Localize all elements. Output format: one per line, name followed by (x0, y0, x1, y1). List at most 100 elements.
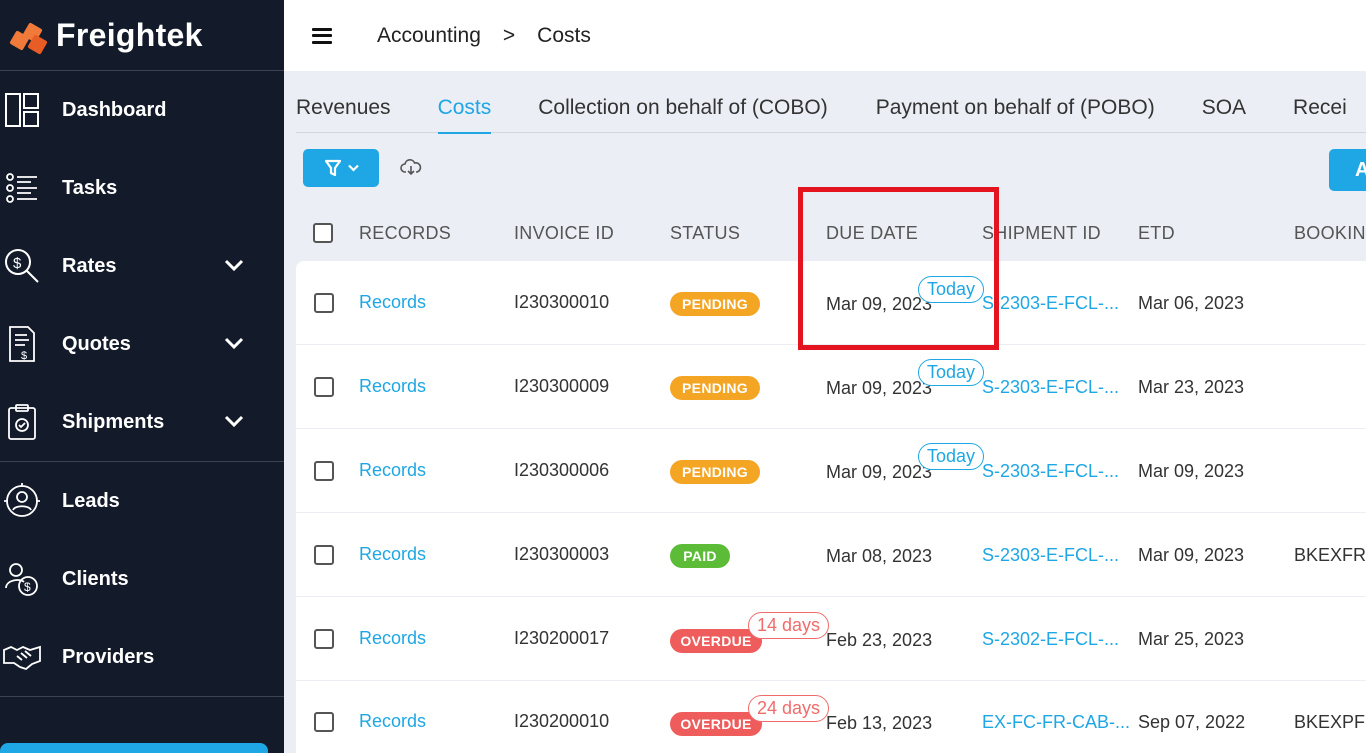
status-badge: PENDING (670, 460, 760, 484)
due-date: Mar 09, 2023 (826, 462, 933, 482)
etd: Sep 07, 2022 (1138, 712, 1246, 732)
add-button[interactable]: A (1329, 149, 1366, 191)
overdue-days-tag: 24 days (748, 695, 830, 722)
sidebar-item-tasks[interactable]: Tasks (0, 149, 284, 227)
records-link[interactable]: Records (359, 460, 426, 481)
sidebar-item-rates[interactable]: $ Rates (0, 227, 284, 305)
sidebar: Freightek Dashboard Tasks $ Rates $ Quot… (0, 0, 284, 753)
breadcrumb-separator: > (502, 23, 516, 47)
shipment-id-link[interactable]: EX-FC-FR-CAB-... (982, 712, 1130, 733)
status-badge: PAID (670, 544, 730, 568)
breadcrumb: Accounting > Costs (377, 24, 591, 48)
sidebar-item-label: Clients (62, 567, 129, 590)
records-link[interactable]: Records (359, 711, 426, 732)
due-date-tag: Today (918, 359, 985, 386)
overdue-days-tag: 14 days (748, 612, 830, 639)
table-row[interactable]: Records I230300009 PENDING Mar 09, 2023 … (296, 345, 1366, 429)
sidebar-item-label: Dashboard (62, 98, 167, 121)
shipments-icon (2, 402, 42, 442)
etd: Mar 23, 2023 (1138, 377, 1245, 397)
sidebar-item-dashboard[interactable]: Dashboard (0, 71, 284, 149)
invoice-id: I230200017 (514, 628, 610, 648)
due-date-tag: Today (918, 443, 985, 470)
tasks-icon (2, 168, 42, 208)
column-header-etd[interactable]: ETD (1138, 205, 1175, 261)
filter-icon (324, 159, 341, 177)
row-checkbox[interactable] (314, 629, 334, 649)
shipment-id-link[interactable]: S-2303-E-FCL-... (982, 461, 1119, 482)
sidebar-action-button[interactable] (0, 743, 268, 753)
due-date-highlight-box (798, 187, 999, 350)
etd: Mar 06, 2023 (1138, 293, 1245, 313)
booking: BKEXFR2 (1294, 545, 1366, 565)
row-checkbox[interactable] (314, 377, 334, 397)
tab-revenues[interactable]: Revenues (296, 88, 391, 133)
tab-receipts[interactable]: Recei (1293, 88, 1347, 133)
table-row[interactable]: Records I230200017 OVERDUE 14 days Feb 2… (296, 597, 1366, 681)
leads-icon (2, 481, 42, 521)
booking: BKEXPFR (1294, 712, 1366, 732)
column-header-invoice-id[interactable]: INVOICE ID (514, 205, 614, 261)
invoice-id: I230200010 (514, 711, 610, 731)
breadcrumb-parent[interactable]: Accounting (377, 24, 481, 48)
shipment-id-link[interactable]: S-2303-E-FCL-... (982, 545, 1119, 566)
due-date: Feb 13, 2023 (826, 713, 933, 733)
sidebar-item-label: Shipments (62, 410, 165, 433)
status-badge: OVERDUE (670, 629, 762, 653)
etd: Mar 25, 2023 (1138, 629, 1245, 649)
filter-button[interactable] (303, 149, 379, 187)
row-checkbox[interactable] (314, 712, 334, 732)
tab-soa[interactable]: SOA (1202, 88, 1246, 133)
sidebar-item-label: Tasks (62, 176, 118, 199)
sidebar-item-label: Quotes (62, 332, 131, 355)
providers-icon (2, 637, 42, 677)
records-link[interactable]: Records (359, 292, 426, 313)
invoice-id: I230300006 (514, 460, 610, 480)
row-checkbox[interactable] (314, 293, 334, 313)
menu-icon[interactable] (312, 27, 332, 44)
status-badge: PENDING (670, 376, 760, 400)
column-header-status[interactable]: STATUS (670, 205, 740, 261)
row-checkbox[interactable] (314, 545, 334, 565)
sidebar-item-shipments[interactable]: Shipments (0, 383, 284, 461)
sidebar-item-leads[interactable]: Leads (0, 462, 284, 540)
top-header: Accounting > Costs (284, 0, 1366, 71)
shipment-id-link[interactable]: S-2303-E-FCL-... (982, 293, 1119, 314)
records-link[interactable]: Records (359, 628, 426, 649)
column-header-shipment-id[interactable]: SHIPMENT ID (982, 205, 1101, 261)
table-row[interactable]: Records I230300003 PAID Mar 08, 2023 S-2… (296, 513, 1366, 597)
brand-name: Freightek (56, 16, 203, 53)
sidebar-item-clients[interactable]: $ Clients (0, 540, 284, 618)
shipment-id-link[interactable]: S-2303-E-FCL-... (982, 377, 1119, 398)
tab-cobo[interactable]: Collection on behalf of (COBO) (538, 88, 827, 133)
dashboard-icon (2, 90, 42, 130)
records-link[interactable]: Records (359, 376, 426, 397)
column-header-records[interactable]: RECORDS (359, 205, 451, 261)
sidebar-item-providers[interactable]: Providers (0, 618, 284, 696)
due-date: Mar 09, 2023 (826, 378, 933, 398)
rates-icon: $ (2, 246, 42, 286)
status-badge: OVERDUE (670, 712, 762, 736)
chevron-down-icon[interactable] (224, 259, 244, 277)
tab-pobo[interactable]: Payment on behalf of (POBO) (876, 88, 1155, 133)
etd: Mar 09, 2023 (1138, 461, 1245, 481)
select-all-checkbox[interactable] (313, 223, 333, 243)
chevron-down-icon[interactable] (224, 337, 244, 355)
sidebar-item-label: Leads (62, 489, 120, 512)
table-row[interactable]: Records I230300006 PENDING Mar 09, 2023 … (296, 429, 1366, 513)
brand[interactable]: Freightek (0, 0, 284, 71)
shipment-id-link[interactable]: S-2302-E-FCL-... (982, 629, 1119, 650)
chevron-down-icon (347, 164, 359, 172)
cloud-download-icon[interactable] (400, 158, 422, 181)
invoice-id: I230300009 (514, 376, 610, 396)
breadcrumb-current: Costs (537, 23, 591, 47)
chevron-down-icon[interactable] (224, 415, 244, 433)
sidebar-item-quotes[interactable]: $ Quotes (0, 305, 284, 383)
records-link[interactable]: Records (359, 544, 426, 565)
table-row[interactable]: Records I230200010 OVERDUE 24 days Feb 1… (296, 681, 1366, 753)
sidebar-item-label: Providers (62, 645, 155, 668)
column-header-booking[interactable]: BOOKING (1294, 205, 1366, 261)
tab-costs[interactable]: Costs (437, 88, 491, 134)
due-date: Mar 08, 2023 (826, 546, 933, 566)
row-checkbox[interactable] (314, 461, 334, 481)
